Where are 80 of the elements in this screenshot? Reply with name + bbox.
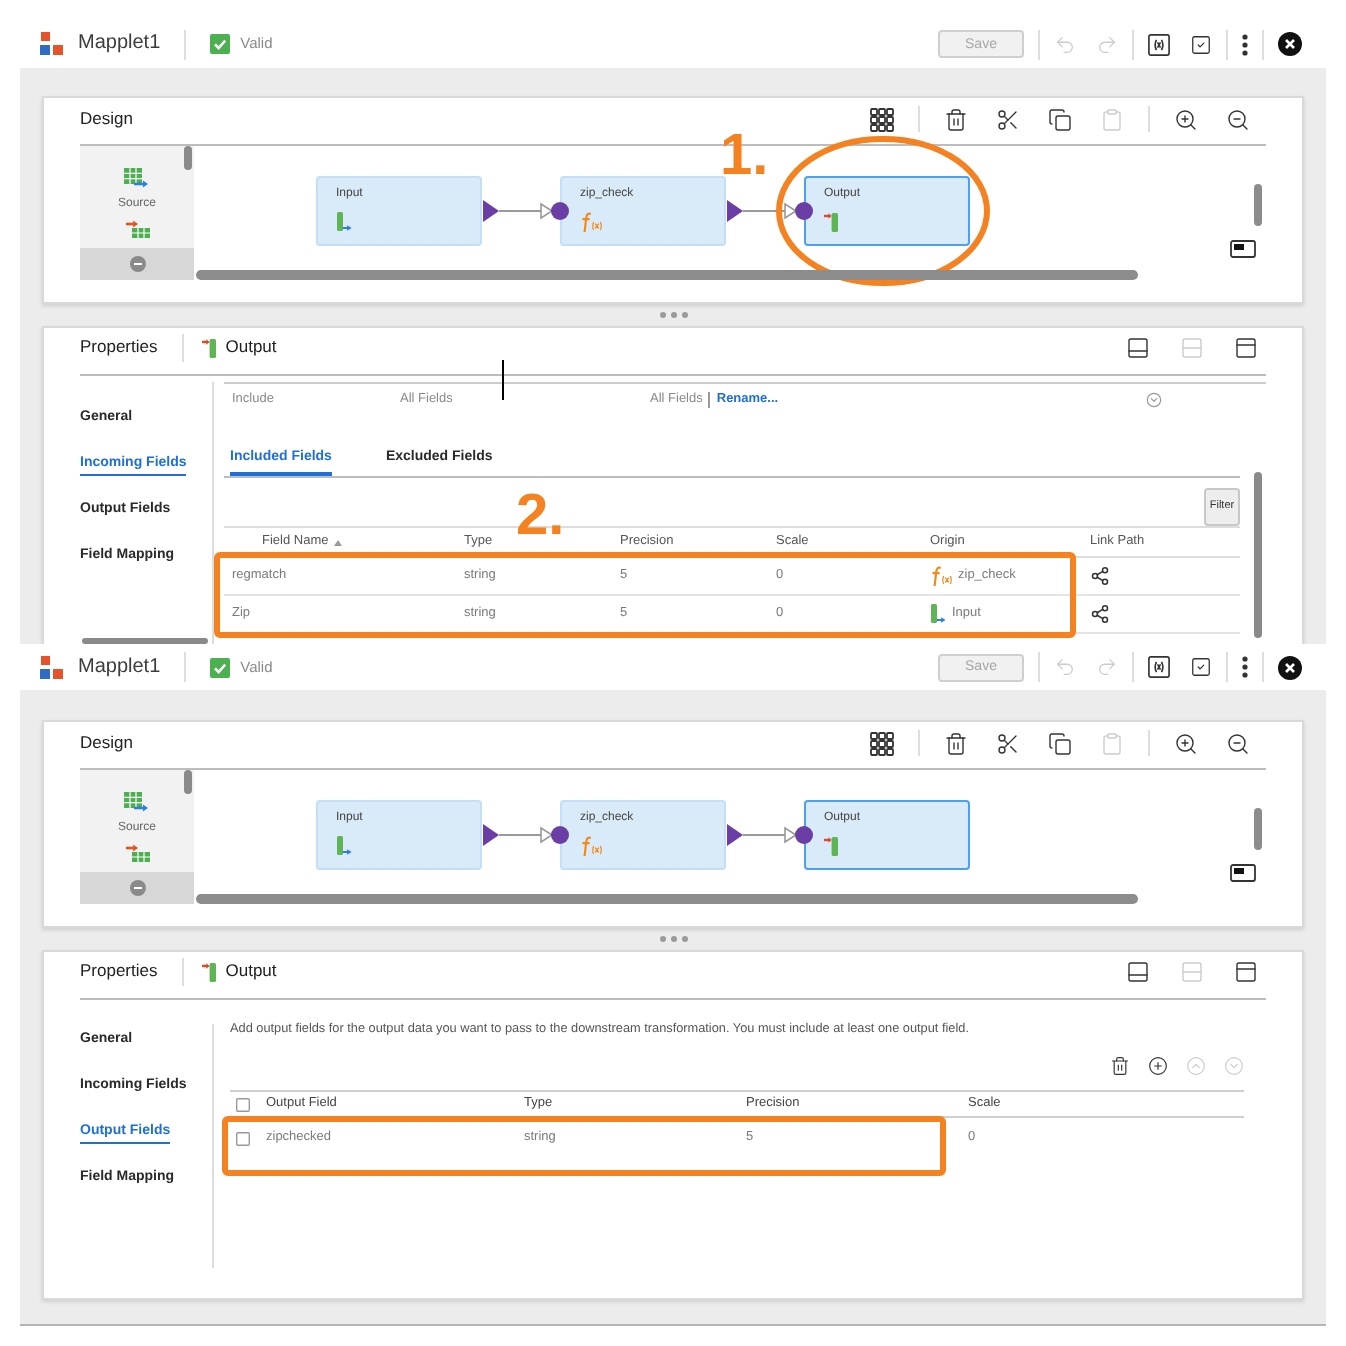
vertical-scrollbar[interactable] [184,770,192,794]
bar-arrow-icon [824,212,840,232]
plus-circle-icon[interactable] [1148,1056,1168,1076]
bar-arrow-icon [336,836,352,856]
horizontal-scrollbar[interactable] [82,638,208,644]
selected-object-label: Output [225,962,277,980]
mapplet-title: Mapplet1 [78,34,161,54]
vertical-scrollbar[interactable] [1254,184,1262,226]
selected-object-label: Output [225,338,277,356]
link-arrow [742,826,798,844]
bar-arrow-icon [824,836,840,856]
checked-box-icon[interactable] [1190,33,1212,55]
app-logo-icon [40,32,64,56]
vertical-scrollbar[interactable] [1254,808,1262,850]
trash-icon[interactable] [944,731,968,755]
function-icon [930,566,952,586]
table-arrow-icon [124,792,149,812]
bar-arrow-icon [201,337,218,357]
table-arrow-icon [124,168,149,188]
close-icon[interactable] [1278,32,1302,56]
bar-arrow-icon [201,961,218,981]
copy-icon[interactable] [1048,107,1072,131]
panel-title: Properties [80,962,158,980]
minus-circle-icon[interactable] [129,880,145,896]
input-port-icon[interactable] [795,826,813,844]
input-port-icon[interactable] [795,202,813,220]
scissors-icon[interactable] [996,731,1020,755]
panel-title: Design [80,110,133,128]
callout-number: 2. [516,488,565,546]
horizontal-scrollbar[interactable] [196,894,1138,904]
checkbox[interactable] [236,1097,250,1111]
bar-arrow-icon [930,604,946,624]
link-arrow [742,202,798,220]
function-icon [580,212,602,232]
grid-icon[interactable] [870,731,894,755]
close-icon[interactable] [1278,655,1302,679]
input-port-icon[interactable] [551,826,569,844]
trash-icon[interactable] [944,107,968,131]
drag-handle-icon[interactable] [659,936,687,942]
minus-circle-icon[interactable] [129,256,145,272]
copy-icon[interactable] [1048,731,1072,755]
bracketed-x-icon[interactable] [1148,656,1170,678]
panel-top-icon[interactable] [1234,959,1258,983]
function-icon [580,836,602,856]
vertical-scrollbar[interactable] [1254,472,1262,638]
grid-icon[interactable] [870,107,894,131]
panel-bottom-icon[interactable] [1126,335,1150,359]
window-corner-icon[interactable] [1230,864,1256,882]
zoom-out-icon[interactable] [1226,107,1250,131]
connected-nodes-icon[interactable] [1090,604,1110,624]
more-options-icon[interactable] [1242,33,1248,55]
scissors-icon[interactable] [996,107,1020,131]
panel-title: Properties [80,338,158,356]
link-arrow [498,826,554,844]
arrow-table-icon[interactable] [125,844,149,862]
vertical-scrollbar[interactable] [184,146,192,170]
trash-icon[interactable] [1110,1056,1130,1076]
checked-box-icon[interactable] [1190,656,1212,678]
mapplet-title: Mapplet1 [78,657,161,677]
zoom-in-icon[interactable] [1174,107,1198,131]
window-corner-icon[interactable] [1230,240,1256,258]
panel-title: Design [80,734,133,752]
more-options-icon[interactable] [1242,656,1248,678]
bracketed-x-icon[interactable] [1148,33,1170,55]
bar-arrow-icon [336,212,352,232]
sort-up-icon [334,539,343,545]
horizontal-scrollbar[interactable] [196,270,1138,280]
zoom-out-icon[interactable] [1226,731,1250,755]
checkbox[interactable] [236,1131,250,1145]
drag-handle-icon[interactable] [659,312,687,318]
panel-top-icon[interactable] [1234,335,1258,359]
chevron-down-circle-icon[interactable] [1146,392,1162,408]
callout-number: 1. [720,128,769,186]
link-arrow [498,202,554,220]
input-port-icon[interactable] [551,202,569,220]
panel-bottom-icon[interactable] [1126,959,1150,983]
connected-nodes-icon[interactable] [1090,566,1110,586]
app-logo-icon [40,655,64,679]
arrow-table-icon[interactable] [125,220,149,238]
zoom-in-icon[interactable] [1174,731,1198,755]
